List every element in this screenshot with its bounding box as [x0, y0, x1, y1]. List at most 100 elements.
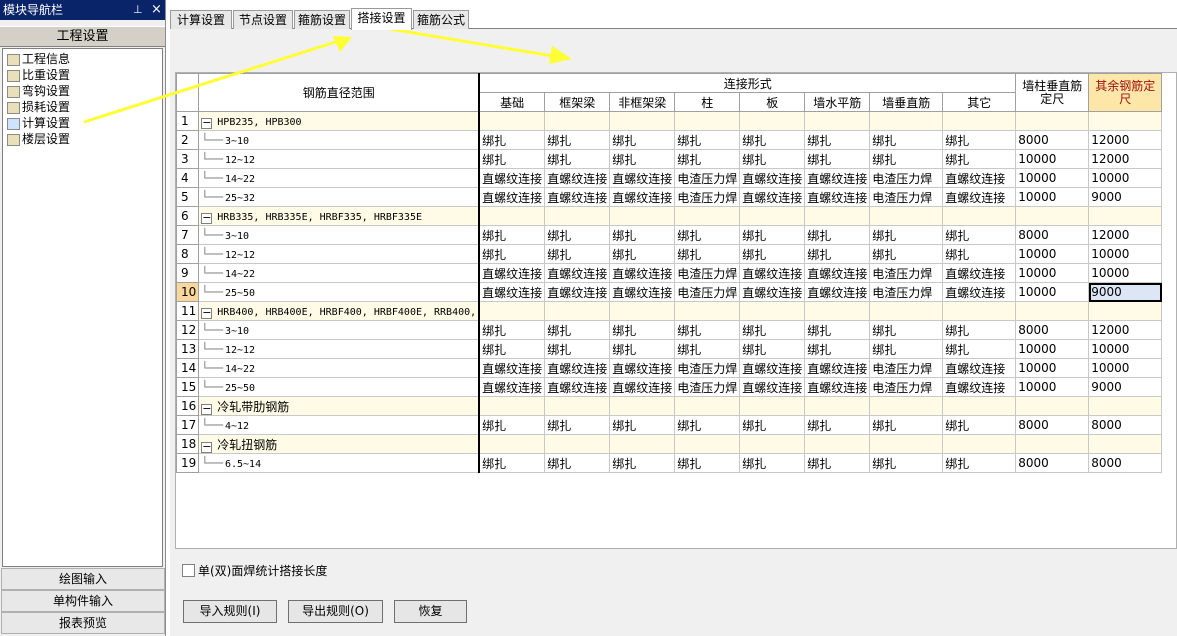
wall-length-cell[interactable] [1015, 111, 1090, 131]
connection-cell[interactable]: 绑扎 [674, 415, 741, 435]
connection-cell[interactable]: 直螺纹连接 [609, 263, 676, 283]
nav-item-1[interactable]: weight-icon比重设置 [7, 67, 70, 83]
other-length-cell[interactable] [1088, 396, 1163, 416]
other-length-cell[interactable] [1088, 434, 1163, 454]
connection-cell[interactable] [544, 206, 611, 226]
weld-lap-checkbox[interactable] [182, 564, 195, 577]
other-length-cell[interactable]: 10000 [1088, 339, 1163, 359]
other-length-cell[interactable]: 9000 [1088, 282, 1163, 302]
connection-cell[interactable] [544, 396, 611, 416]
connection-cell[interactable]: 电渣压力焊 [674, 187, 741, 207]
connection-cell[interactable]: 直螺纹连接 [804, 187, 871, 207]
connection-cell[interactable]: 电渣压力焊 [869, 187, 944, 207]
connection-cell[interactable]: 直螺纹连接 [739, 358, 806, 378]
connection-cell[interactable]: 直螺纹连接 [478, 282, 546, 302]
connection-cell[interactable]: 绑扎 [478, 320, 546, 340]
connection-cell[interactable]: 绑扎 [478, 149, 546, 169]
connection-cell[interactable]: 直螺纹连接 [942, 377, 1017, 397]
connection-cell[interactable]: 直螺纹连接 [609, 282, 676, 302]
connection-cell[interactable]: 电渣压力焊 [869, 168, 944, 188]
tab-lap-settings[interactable]: 搭接设置 [351, 8, 412, 30]
connection-cell[interactable]: 绑扎 [544, 339, 611, 359]
connection-cell[interactable] [739, 396, 806, 416]
connection-cell[interactable]: 绑扎 [609, 130, 676, 150]
collapse-icon[interactable]: − [201, 212, 213, 224]
connection-cell[interactable] [544, 434, 611, 454]
connection-cell[interactable]: 电渣压力焊 [869, 263, 944, 283]
connection-cell[interactable]: 绑扎 [804, 130, 871, 150]
connection-cell[interactable]: 绑扎 [869, 225, 944, 245]
connection-cell[interactable]: 绑扎 [804, 453, 871, 473]
wall-length-cell[interactable]: 10000 [1015, 377, 1090, 397]
other-length-cell[interactable]: 8000 [1088, 415, 1163, 435]
connection-cell[interactable] [869, 434, 944, 454]
connection-cell[interactable]: 直螺纹连接 [942, 358, 1017, 378]
wall-length-cell[interactable]: 10000 [1015, 263, 1090, 283]
connection-cell[interactable]: 绑扎 [609, 415, 676, 435]
other-length-cell[interactable]: 9000 [1088, 377, 1163, 397]
other-length-cell[interactable]: 12000 [1088, 320, 1163, 340]
connection-cell[interactable] [942, 111, 1017, 131]
connection-cell[interactable]: 绑扎 [674, 244, 741, 264]
connection-cell[interactable] [869, 206, 944, 226]
import-rules-button[interactable]: 导入规则(I) [183, 600, 277, 623]
connection-cell[interactable] [609, 396, 676, 416]
connection-cell[interactable]: 绑扎 [544, 244, 611, 264]
connection-cell[interactable]: 绑扎 [739, 225, 806, 245]
connection-cell[interactable]: 直螺纹连接 [804, 263, 871, 283]
connection-cell[interactable]: 绑扎 [544, 453, 611, 473]
other-length-cell[interactable] [1088, 206, 1163, 226]
nav-item-0[interactable]: folder-icon工程信息 [7, 51, 70, 67]
connection-cell[interactable]: 绑扎 [869, 453, 944, 473]
pin-icon[interactable]: ⊥ [133, 1, 143, 19]
wall-length-cell[interactable]: 8000 [1015, 453, 1090, 473]
connection-cell[interactable] [478, 111, 546, 131]
wall-length-cell[interactable]: 10000 [1015, 149, 1090, 169]
other-length-cell[interactable]: 8000 [1088, 453, 1163, 473]
connection-cell[interactable]: 绑扎 [942, 225, 1017, 245]
connection-cell[interactable]: 绑扎 [609, 320, 676, 340]
wall-length-cell[interactable] [1015, 206, 1090, 226]
connection-cell[interactable]: 绑扎 [942, 339, 1017, 359]
tab-stirrup-settings[interactable]: 箍筋设置 [294, 10, 350, 30]
connection-cell[interactable]: 绑扎 [942, 415, 1017, 435]
connection-cell[interactable]: 绑扎 [609, 225, 676, 245]
connection-cell[interactable]: 直螺纹连接 [942, 168, 1017, 188]
connection-cell[interactable] [609, 206, 676, 226]
collapse-icon[interactable]: − [201, 403, 213, 415]
connection-cell[interactable]: 绑扎 [942, 149, 1017, 169]
connection-cell[interactable]: 绑扎 [942, 320, 1017, 340]
connection-cell[interactable] [804, 206, 871, 226]
connection-cell[interactable]: 绑扎 [739, 244, 806, 264]
connection-cell[interactable]: 直螺纹连接 [609, 168, 676, 188]
connection-cell[interactable]: 直螺纹连接 [544, 263, 611, 283]
connection-cell[interactable]: 绑扎 [609, 339, 676, 359]
connection-cell[interactable]: 绑扎 [942, 244, 1017, 264]
connection-cell[interactable] [942, 434, 1017, 454]
collapse-icon[interactable]: − [201, 441, 213, 453]
connection-cell[interactable] [674, 206, 741, 226]
other-length-cell[interactable] [1088, 301, 1163, 321]
connection-cell[interactable]: 绑扎 [739, 339, 806, 359]
other-length-cell[interactable]: 9000 [1088, 187, 1163, 207]
connection-cell[interactable] [942, 206, 1017, 226]
nav-item-3[interactable]: loss-icon损耗设置 [7, 99, 70, 115]
wall-length-cell[interactable]: 8000 [1015, 130, 1090, 150]
connection-cell[interactable]: 直螺纹连接 [478, 168, 546, 188]
connection-cell[interactable]: 直螺纹连接 [942, 282, 1017, 302]
connection-cell[interactable]: 直螺纹连接 [478, 263, 546, 283]
connection-cell[interactable] [804, 111, 871, 131]
connection-cell[interactable] [739, 301, 806, 321]
connection-cell[interactable]: 直螺纹连接 [544, 168, 611, 188]
connection-cell[interactable] [609, 434, 676, 454]
connection-cell[interactable]: 电渣压力焊 [869, 282, 944, 302]
connection-cell[interactable] [804, 396, 871, 416]
close-icon[interactable]: × [151, 1, 162, 19]
connection-cell[interactable]: 直螺纹连接 [544, 282, 611, 302]
connection-cell[interactable] [609, 301, 676, 321]
connection-cell[interactable]: 绑扎 [544, 225, 611, 245]
connection-cell[interactable]: 绑扎 [544, 149, 611, 169]
connection-cell[interactable]: 绑扎 [869, 339, 944, 359]
other-length-cell[interactable]: 10000 [1088, 263, 1163, 283]
connection-cell[interactable]: 绑扎 [942, 130, 1017, 150]
